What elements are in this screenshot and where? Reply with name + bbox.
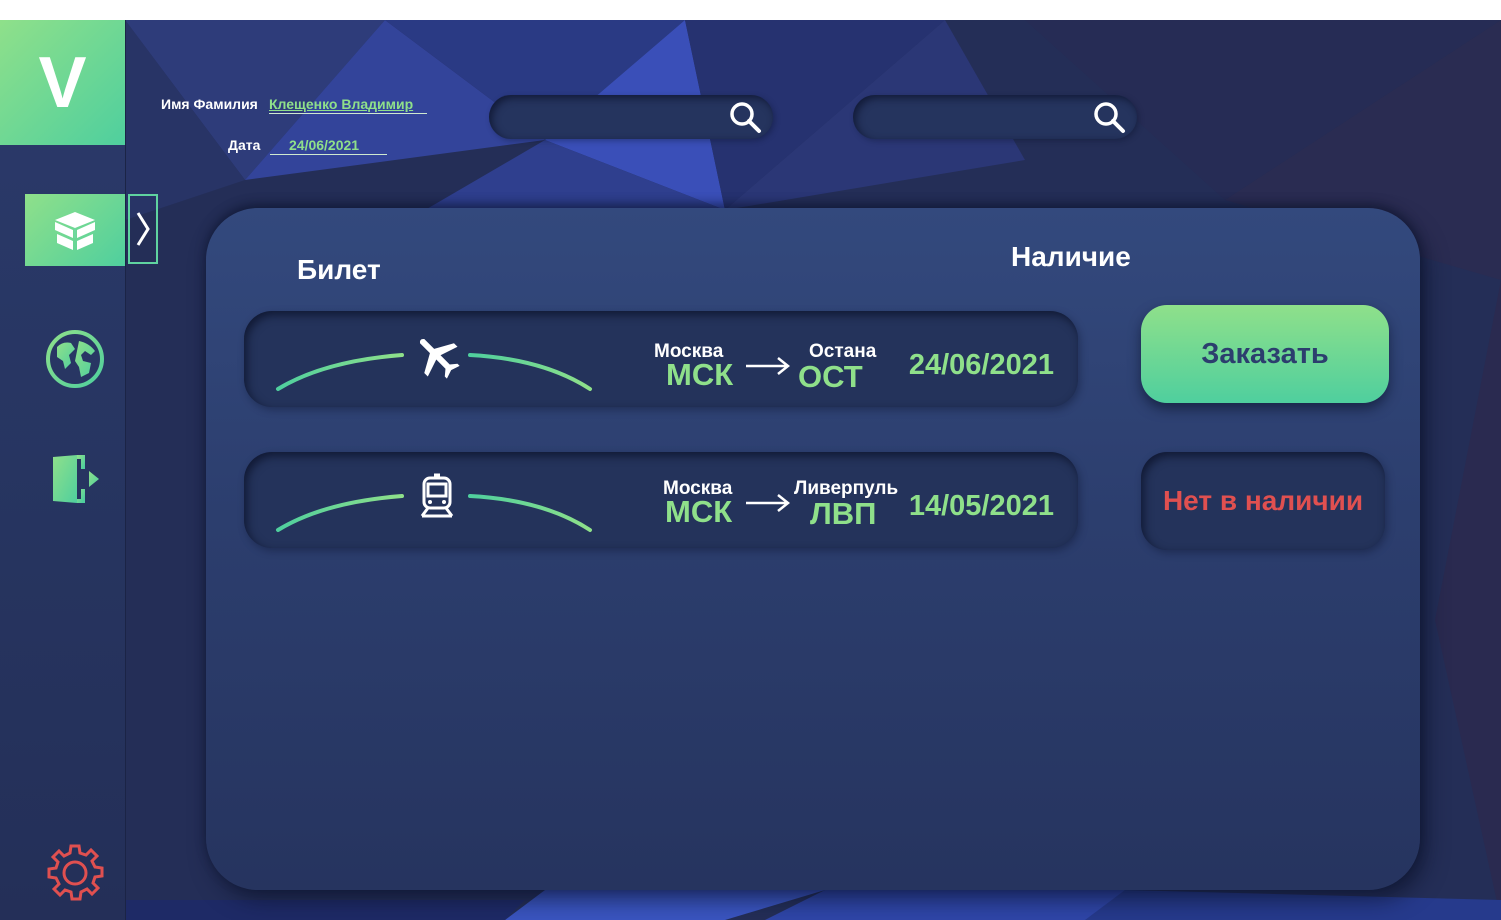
search-icon[interactable] — [727, 99, 763, 135]
sidebar-item-logout[interactable] — [44, 448, 106, 510]
search-icon[interactable] — [1091, 99, 1127, 135]
sidebar-expand-toggle[interactable] — [128, 194, 158, 264]
route-arrow-icon — [746, 357, 791, 375]
name-label: Имя Фамилия — [161, 96, 258, 112]
date-label: Дата — [228, 137, 261, 153]
logo-letter: V — [38, 42, 87, 123]
chevron-right-icon — [136, 212, 150, 246]
ticket-column-header: Билет — [297, 254, 381, 285]
open-box-icon — [55, 212, 95, 250]
route-arrow-icon — [746, 494, 791, 512]
sidebar-item-settings[interactable] — [44, 842, 106, 904]
ticket-date: 14/05/2021 — [908, 490, 1054, 522]
sidebar-item-tickets[interactable] — [25, 194, 125, 266]
user-name-link[interactable]: Клещенко Владимир — [269, 96, 428, 114]
order-button[interactable]: Заказать — [1141, 305, 1389, 403]
airplane-icon — [419, 338, 460, 379]
search-input-2[interactable] — [871, 105, 1085, 131]
to-city-code: ОСТ — [798, 359, 863, 394]
sidebar-item-world[interactable] — [44, 328, 106, 390]
app-logo[interactable]: V — [0, 20, 125, 145]
from-city-code: МСК — [666, 357, 734, 392]
to-city-code: ЛВП — [810, 496, 877, 531]
date-value: 24/06/2021 — [270, 137, 388, 155]
search-box-1 — [489, 95, 773, 139]
from-city-code: МСК — [665, 494, 733, 529]
globe-icon — [46, 330, 104, 388]
app-window: V Имя Фамилия Клещенко Владимир Дата 24/… — [0, 20, 1501, 920]
tickets-panel: Билет Наличие Москва МСК Остана ОСТ 24/0… — [206, 208, 1420, 890]
ticket-date: 24/06/2021 — [908, 349, 1054, 381]
train-icon — [420, 473, 454, 518]
sidebar: V — [0, 20, 126, 920]
availability-column-header: Наличие — [1011, 241, 1131, 272]
gear-icon — [47, 844, 104, 901]
exit-door-icon — [53, 455, 99, 503]
search-input-1[interactable] — [507, 105, 721, 131]
search-box-2 — [853, 95, 1137, 139]
not-available-status: Нет в наличии — [1141, 452, 1385, 550]
ticket-row[interactable]: Москва МСК Ливерпуль ЛВП 14/05/2021 — [244, 452, 1078, 548]
ticket-row[interactable]: Москва МСК Остана ОСТ 24/06/2021 — [244, 311, 1078, 407]
